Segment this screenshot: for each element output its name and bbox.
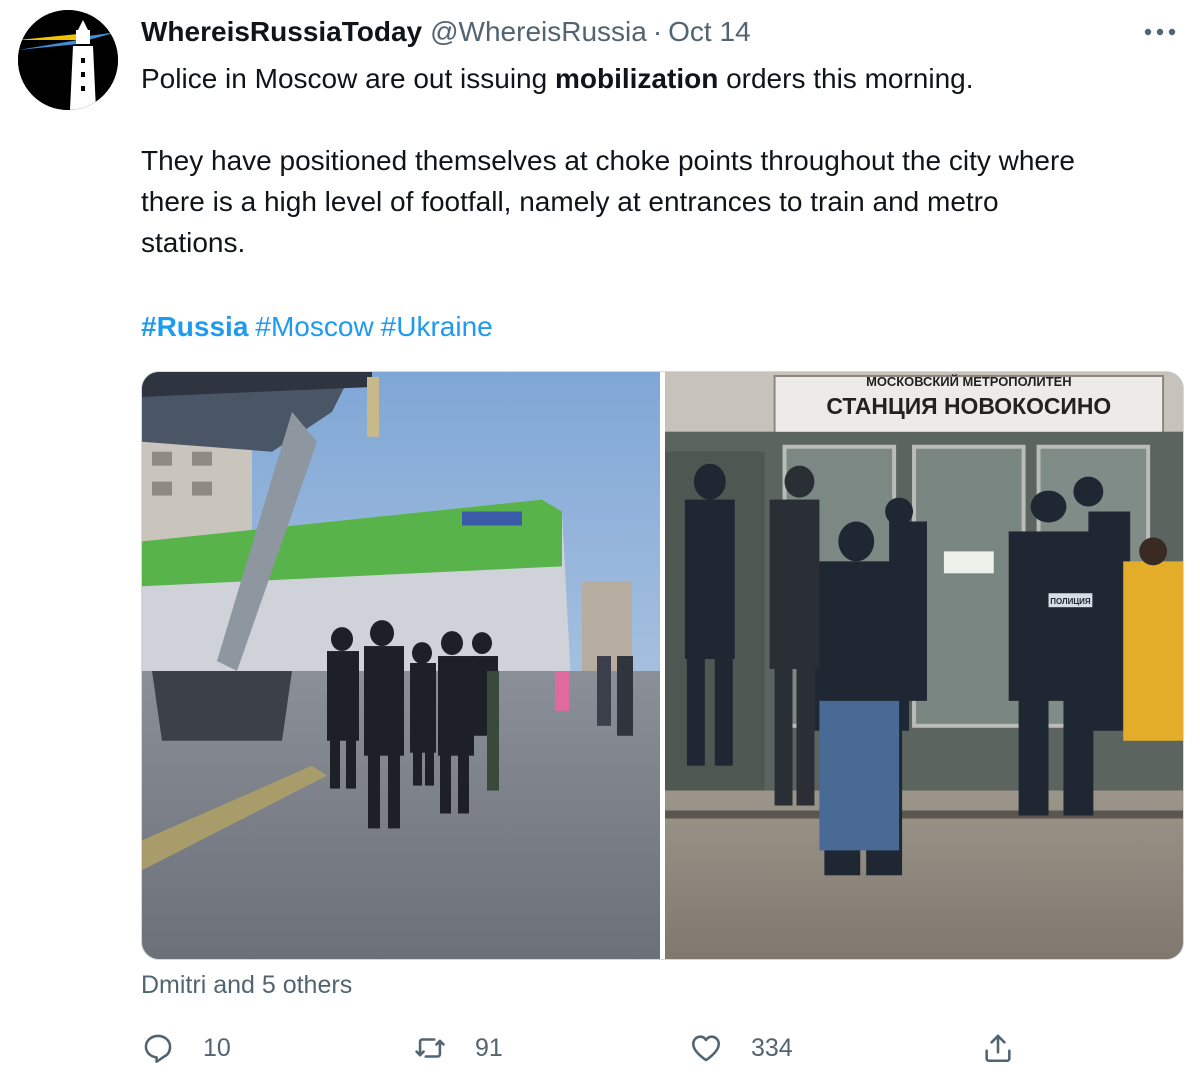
hashtag-russia[interactable]: #Russia [141, 311, 248, 342]
police-patch-text: ПОЛИЦИЯ [1050, 597, 1091, 606]
reply-icon [144, 1034, 172, 1064]
like-count: 334 [751, 1033, 793, 1062]
metro-sign-top: МОСКОВСКИЙ МЕТРОПОЛИТЕН [866, 374, 1072, 389]
more-dots-icon [1144, 28, 1176, 36]
tweet-paragraph-2-line-2: there is a high level of footfall, namel… [141, 186, 999, 217]
tweet-text: Police in Moscow are out issuing mobiliz… [141, 58, 1191, 263]
more-options-button[interactable] [1140, 18, 1180, 46]
hashtag-moscow[interactable]: #Moscow [255, 311, 373, 342]
reply-button[interactable]: 10 [141, 1026, 231, 1070]
header-separator: · [652, 16, 663, 47]
photo-police-street[interactable] [142, 372, 660, 959]
hashtag-list: #Russia #Moscow #Ukraine [141, 306, 500, 347]
lighthouse-icon [18, 10, 118, 110]
retweet-button[interactable]: 91 [413, 1026, 503, 1070]
media-grid: МОСКОВСКИЙ МЕТРОПОЛИТЕН СТАНЦИЯ НОВОКОСИ… [141, 371, 1184, 960]
tweet-actions: 10 91 334 [141, 1026, 1041, 1070]
tweet-paragraph-2-line-1: They have positioned themselves at choke… [141, 145, 1075, 176]
share-icon [985, 1034, 1011, 1063]
bold-word: mobilization [554, 63, 719, 94]
author-handle[interactable]: @WhereisRussia [430, 16, 647, 48]
photo-metro-entrance[interactable]: МОСКОВСКИЙ МЕТРОПОЛИТЕН СТАНЦИЯ НОВОКОСИ… [665, 372, 1183, 959]
retweet-count: 91 [475, 1033, 503, 1062]
tweet-date[interactable]: Oct 14 [668, 16, 750, 48]
author-avatar[interactable] [18, 10, 118, 110]
heart-icon [691, 1035, 721, 1062]
tweet-header: WhereisRussiaToday @WhereisRussia · Oct … [141, 14, 751, 50]
metro-sign-station: СТАНЦИЯ НОВОКОСИНО [826, 393, 1111, 419]
author-display-name[interactable]: WhereisRussiaToday [141, 16, 422, 48]
share-button[interactable] [981, 1026, 1015, 1070]
hashtag-ukraine[interactable]: #Ukraine [381, 311, 493, 342]
reply-count: 10 [203, 1033, 231, 1062]
retweet-icon [415, 1038, 445, 1058]
tweet-paragraph-2-line-3: stations. [141, 227, 246, 258]
like-button[interactable]: 334 [689, 1026, 793, 1070]
liked-by-text[interactable]: Dmitri and 5 others [141, 965, 352, 1005]
tweet-paragraph-1: Police in Moscow are out issuing mobiliz… [141, 63, 974, 94]
